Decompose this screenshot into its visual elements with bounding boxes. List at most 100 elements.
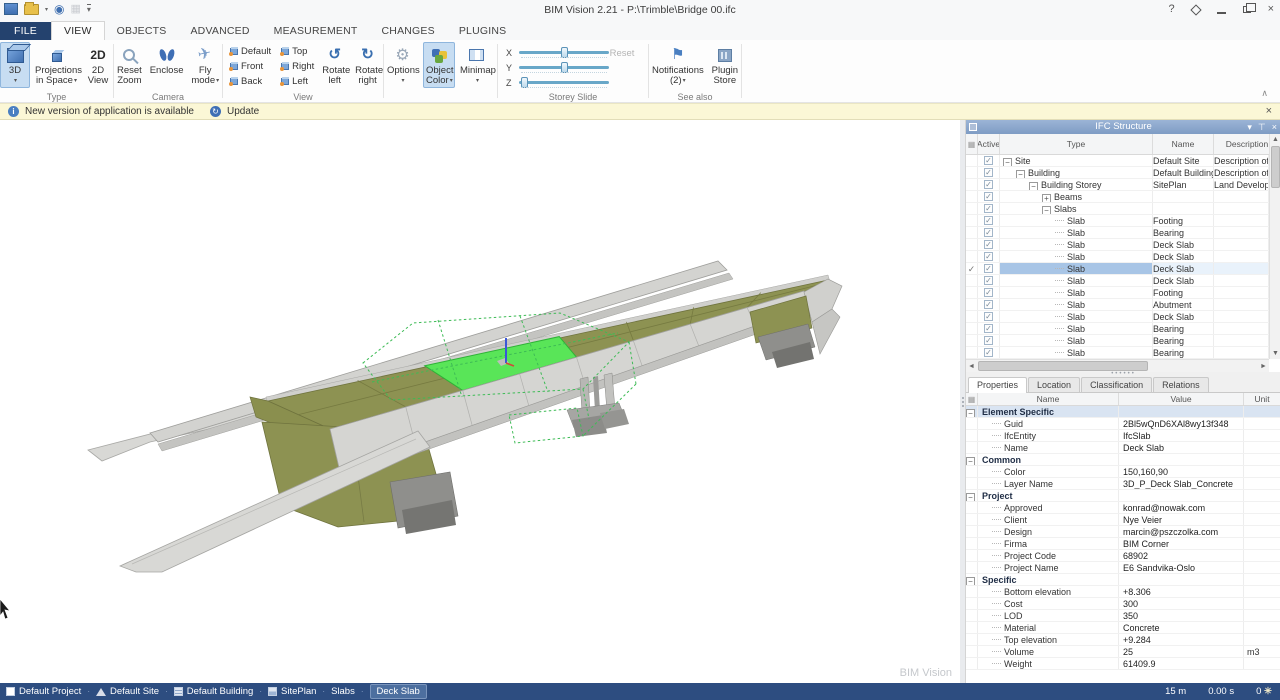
breadcrumb-item-default-building[interactable]: Default Building — [174, 686, 254, 697]
collapse-icon[interactable]: − — [966, 457, 975, 465]
property-row[interactable]: Designmarcin@pszczolka.com — [966, 526, 1280, 538]
3d-viewport[interactable]: BIM Vision — [0, 120, 960, 683]
enclose-button[interactable]: Enclose — [147, 42, 187, 88]
tree-type-cell[interactable]: −Site — [1000, 155, 1153, 166]
tab-measurement[interactable]: MEASUREMENT — [262, 22, 370, 40]
property-row[interactable]: Weight61409.9 — [966, 658, 1280, 670]
checkbox-icon[interactable]: ✓ — [984, 252, 993, 261]
checkbox-icon[interactable]: ✓ — [984, 300, 993, 309]
checkbox-icon[interactable]: ✓ — [984, 216, 993, 225]
slider-thumb-y[interactable] — [561, 62, 568, 73]
property-row[interactable]: FirmaBIM Corner — [966, 538, 1280, 550]
tab-relations[interactable]: Relations — [1153, 377, 1209, 392]
tree-type-cell[interactable]: Slab — [1000, 239, 1153, 250]
property-row[interactable]: Bottom elevation+8.306 — [966, 586, 1280, 598]
column-header-value[interactable]: Value — [1119, 393, 1244, 405]
tree-row[interactable]: ✓SlabBearing — [966, 335, 1269, 347]
scrollbar-thumb[interactable] — [978, 361, 1148, 371]
tree-type-cell[interactable]: Slab — [1000, 299, 1153, 310]
property-row[interactable]: IfcEntityIfcSlab — [966, 430, 1280, 442]
tab-view[interactable]: VIEW — [51, 21, 105, 40]
scroll-up-icon[interactable]: ▲ — [1270, 134, 1280, 145]
view-back-button[interactable]: Back — [227, 74, 274, 89]
column-header-name[interactable]: Name — [978, 393, 1119, 405]
tab-location[interactable]: Location — [1028, 377, 1080, 392]
grid-icon[interactable]: ▦ — [968, 395, 976, 404]
ifc-structure-header[interactable]: IFC Structure ▾ ⊤ × — [966, 120, 1280, 134]
checkbox-icon[interactable]: ✓ — [984, 324, 993, 333]
tab-plugins[interactable]: PLUGINS — [447, 22, 519, 40]
minimap-button[interactable]: Minimap▾ — [457, 42, 497, 88]
checkbox-icon[interactable]: ✓ — [984, 288, 993, 297]
checkbox-icon[interactable]: ✓ — [984, 204, 993, 213]
property-row[interactable]: MaterialConcrete — [966, 622, 1280, 634]
column-header-type[interactable]: Type — [1000, 134, 1153, 154]
grid-icon[interactable]: ▦ — [968, 140, 976, 149]
property-row[interactable]: Approvedkonrad@nowak.com — [966, 502, 1280, 514]
rotate-left-button[interactable]: ↺ Rotateleft — [319, 42, 350, 89]
collapse-icon[interactable]: − — [966, 577, 975, 585]
object-color-button[interactable]: ObjectColor▾ — [423, 42, 455, 88]
options-button[interactable]: ⚙ Options▾ — [384, 42, 421, 88]
checkbox-icon[interactable]: ✓ — [984, 228, 993, 237]
tree-type-cell[interactable]: Slab — [1000, 263, 1153, 274]
rotate-right-button[interactable]: ↻ Rotateright — [352, 42, 383, 89]
tree-row[interactable]: ✓+Beams — [966, 191, 1269, 203]
property-row[interactable]: NameDeck Slab — [966, 442, 1280, 454]
breadcrumb-item-siteplan[interactable]: SitePlan — [268, 686, 316, 697]
property-row[interactable]: Color150,160,90 — [966, 466, 1280, 478]
tab-advanced[interactable]: ADVANCED — [178, 22, 261, 40]
notification-close-icon[interactable]: × — [1266, 105, 1272, 117]
update-icon[interactable]: ↻ — [210, 106, 221, 117]
slider-track-z[interactable] — [519, 81, 609, 84]
tree-row[interactable]: ✓SlabDeck Slab — [966, 239, 1269, 251]
tree-row[interactable]: ✓−BuildingDefault BuildingDescription of… — [966, 167, 1269, 179]
tree-row[interactable]: ✓SlabFooting — [966, 287, 1269, 299]
checkbox-icon[interactable]: ✓ — [984, 312, 993, 321]
tree-type-cell[interactable]: Slab — [1000, 215, 1153, 226]
checkbox-icon[interactable]: ✓ — [984, 276, 993, 285]
checkbox-icon[interactable]: ✓ — [984, 156, 993, 165]
slider-thumb-z[interactable] — [521, 77, 528, 88]
tree-type-cell[interactable]: +Beams — [1000, 191, 1153, 202]
collapse-icon[interactable]: − — [966, 409, 975, 417]
tree-type-cell[interactable]: −Slabs — [1000, 203, 1153, 214]
view-right-button[interactable]: Right — [278, 59, 317, 74]
property-group-row[interactable]: −Common — [966, 454, 1280, 466]
tree-row[interactable]: ✓SlabBearing — [966, 227, 1269, 239]
tab-classification[interactable]: Classification — [1081, 377, 1152, 392]
tree-row[interactable]: ✓SlabDeck Slab — [966, 275, 1269, 287]
view-top-button[interactable]: Top — [278, 44, 317, 59]
checkbox-icon[interactable]: ✓ — [984, 168, 993, 177]
tab-properties[interactable]: Properties — [968, 377, 1027, 393]
tree-type-cell[interactable]: Slab — [1000, 323, 1153, 334]
checkbox-icon[interactable]: ✓ — [984, 240, 993, 249]
fly-mode-button[interactable]: ✈ Flymode▾ — [188, 42, 222, 88]
tab-file[interactable]: FILE — [0, 22, 51, 40]
ifc-vertical-scrollbar[interactable]: ▲ ▼ — [1269, 134, 1280, 359]
property-row[interactable]: LOD350 — [966, 610, 1280, 622]
notifications-button[interactable]: ⚑ Notifications(2)▾ — [649, 42, 707, 88]
collapse-icon[interactable]: − — [1042, 206, 1051, 214]
tree-row[interactable]: ✓SlabBearing — [966, 323, 1269, 335]
property-row[interactable]: ClientNye Veier — [966, 514, 1280, 526]
tree-type-cell[interactable]: −Building — [1000, 167, 1153, 178]
property-group-row[interactable]: −Element Specific — [966, 406, 1280, 418]
view-front-button[interactable]: Front — [227, 59, 274, 74]
tree-row[interactable]: ✓SlabAbutment — [966, 299, 1269, 311]
tree-row[interactable]: ✓−SiteDefault SiteDescription of De — [966, 155, 1269, 167]
tree-type-cell[interactable]: Slab — [1000, 347, 1153, 358]
plugin-store-button[interactable]: PluginStore — [709, 42, 741, 88]
tab-objects[interactable]: OBJECTS — [105, 22, 179, 40]
scroll-left-icon[interactable]: ◄ — [966, 360, 977, 372]
breadcrumb-item-default-project[interactable]: Default Project — [6, 686, 81, 697]
tree-row[interactable]: ✓✓SlabDeck Slab — [966, 263, 1269, 275]
help-icon[interactable]: ? — [1168, 3, 1174, 16]
checkbox-icon[interactable]: ✓ — [984, 264, 993, 273]
tree-type-cell[interactable]: Slab — [1000, 251, 1153, 262]
2d-view-button[interactable]: 2D 2DView — [83, 42, 113, 88]
3d-button[interactable]: 3D▾ — [0, 42, 30, 88]
property-group-row[interactable]: −Project — [966, 490, 1280, 502]
projections-in-space-button[interactable]: Projectionsin Space▾ — [32, 42, 81, 88]
slider-thumb-x[interactable] — [561, 47, 568, 58]
